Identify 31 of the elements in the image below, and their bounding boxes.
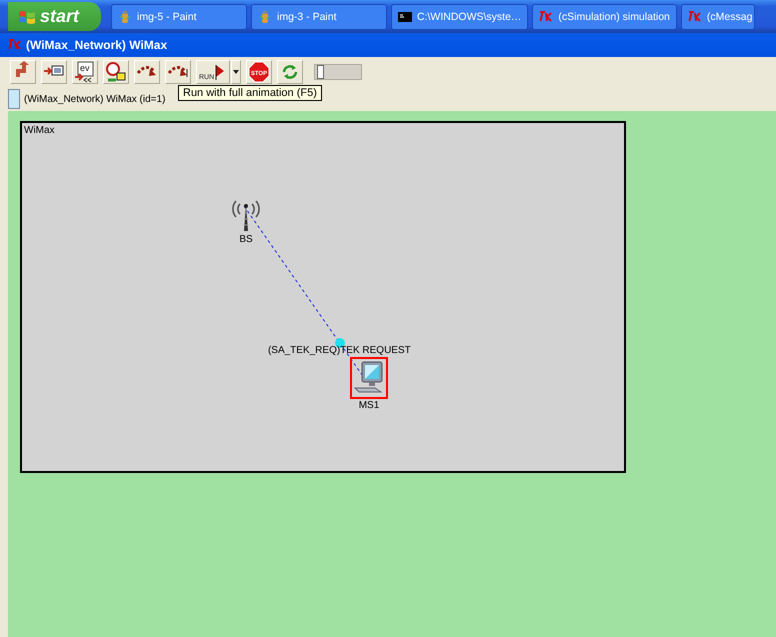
slider-thumb[interactable] xyxy=(317,65,324,79)
module-button[interactable] xyxy=(41,60,67,84)
start-button[interactable]: start xyxy=(8,2,101,31)
curved-arrow-button[interactable] xyxy=(134,60,160,84)
up-arrow-button[interactable] xyxy=(10,60,36,84)
magnifier-button[interactable] xyxy=(103,60,129,84)
window-title: (WiMax_Network) WiMax xyxy=(26,38,168,52)
taskbar-button[interactable]: (cMessag xyxy=(680,4,756,30)
caret-icon xyxy=(233,70,239,74)
refresh-button[interactable] xyxy=(277,60,303,84)
breadcrumb-text: (WiMax_Network) WiMax (id=1) xyxy=(24,94,166,104)
speed-slider[interactable] xyxy=(314,64,362,80)
console-icon xyxy=(398,10,412,24)
taskbar-button[interactable]: img-5 - Paint xyxy=(111,4,247,30)
tk-logo-icon xyxy=(8,38,22,52)
taskbar-button[interactable]: img-3 - Paint xyxy=(251,4,387,30)
taskbar-button[interactable]: (cSimulation) simulation xyxy=(532,4,677,30)
caret-button[interactable] xyxy=(231,60,241,84)
node-label: BS xyxy=(239,234,253,245)
selection-frame[interactable] xyxy=(350,357,388,399)
tk-logo-icon xyxy=(688,10,702,24)
panel-tab[interactable] xyxy=(8,89,20,109)
magnifier-icon xyxy=(105,61,127,83)
tk-logo-icon xyxy=(539,10,554,24)
canvas-title: WiMax xyxy=(24,125,55,136)
taskbar-button[interactable]: C:\WINDOWS\syste… xyxy=(391,4,528,30)
windows-logo-icon xyxy=(18,8,36,24)
curved-arrow-button[interactable] xyxy=(165,60,191,84)
node-label: MS1 xyxy=(358,400,380,411)
message-label: (SA_TEK_REQ)TEK REQUEST xyxy=(268,345,411,356)
tooltip: Run with full animation (F5) xyxy=(178,85,322,101)
